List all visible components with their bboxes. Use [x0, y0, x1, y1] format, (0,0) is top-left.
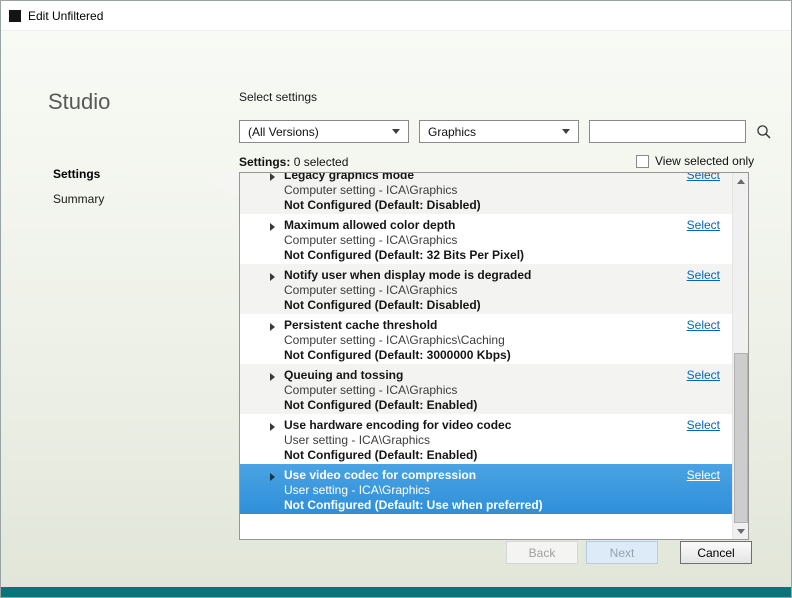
setting-scope: Computer setting - ICA\Graphics [284, 183, 642, 198]
scroll-down-button[interactable] [733, 523, 749, 539]
setting-row-notify-user-display-degraded[interactable]: Notify user when display mode is degrade… [240, 264, 732, 314]
expand-icon[interactable] [270, 473, 275, 481]
settings-count: Settings: 0 selected [239, 155, 348, 169]
select-link[interactable]: Select [687, 268, 720, 283]
setting-title: Maximum allowed color depth [284, 218, 642, 233]
edit-unfiltered-dialog: Edit Unfiltered Studio Settings Summary … [0, 0, 792, 598]
setting-scope: User setting - ICA\Graphics [284, 433, 642, 448]
select-link[interactable]: Select [687, 368, 720, 383]
select-link[interactable]: Select [687, 418, 720, 433]
version-dropdown[interactable]: (All Versions) [239, 120, 409, 143]
setting-title: Use hardware encoding for video codec [284, 418, 642, 433]
setting-default: Not Configured (Default: Disabled) [284, 198, 642, 213]
setting-row-maximum-allowed-color-depth[interactable]: Maximum allowed color depth Computer set… [240, 214, 732, 264]
nav-pointer [206, 167, 240, 197]
scroll-up-button[interactable] [733, 173, 749, 189]
setting-default: Not Configured (Default: Use when prefer… [284, 498, 642, 513]
setting-row-persistent-cache-threshold[interactable]: Persistent cache threshold Computer sett… [240, 314, 732, 364]
setting-row-use-hardware-encoding[interactable]: Use hardware encoding for video codec Us… [240, 414, 732, 464]
view-selected-checkbox[interactable] [636, 155, 649, 168]
chevron-down-icon [562, 129, 570, 134]
version-dropdown-value: (All Versions) [248, 125, 319, 139]
settings-rows: Legacy graphics mode Computer setting - … [240, 172, 732, 514]
expand-icon[interactable] [270, 223, 275, 231]
select-link[interactable]: Select [687, 172, 720, 183]
setting-default: Not Configured (Default: 32 Bits Per Pix… [284, 248, 642, 263]
next-button[interactable]: Next [586, 541, 658, 564]
setting-title: Legacy graphics mode [284, 172, 642, 183]
setting-scope: Computer setting - ICA\Graphics [284, 233, 642, 248]
setting-title: Queuing and tossing [284, 368, 642, 383]
setting-row-use-video-codec[interactable]: Use video codec for compression User set… [240, 464, 732, 514]
search-input[interactable] [590, 121, 755, 142]
settings-list: Legacy graphics mode Computer setting - … [239, 172, 749, 540]
sidebar-item-summary[interactable]: Summary [53, 192, 104, 206]
setting-scope: Computer setting - ICA\Graphics\Caching [284, 333, 642, 348]
back-button[interactable]: Back [506, 541, 578, 564]
setting-default: Not Configured (Default: Disabled) [284, 298, 642, 313]
setting-scope: Computer setting - ICA\Graphics [284, 283, 642, 298]
expand-icon[interactable] [270, 323, 275, 331]
view-selected-label: View selected only [655, 154, 754, 168]
setting-title: Use video codec for compression [284, 468, 642, 483]
accent-bar [1, 587, 791, 597]
setting-row-queuing-and-tossing[interactable]: Queuing and tossing Computer setting - I… [240, 364, 732, 414]
chevron-down-icon [392, 129, 400, 134]
select-link[interactable]: Select [687, 468, 720, 483]
cancel-button[interactable]: Cancel [680, 541, 752, 564]
scrollbar-thumb[interactable] [734, 353, 748, 523]
page-title: Select settings [239, 90, 317, 104]
triangle-up-icon [737, 179, 745, 184]
setting-default: Not Configured (Default: Enabled) [284, 398, 642, 413]
setting-scope: User setting - ICA\Graphics [284, 483, 642, 498]
triangle-down-icon [737, 529, 745, 534]
setting-scope: Computer setting - ICA\Graphics [284, 383, 642, 398]
window-title: Edit Unfiltered [28, 9, 103, 23]
search-box [589, 120, 746, 143]
window-titlebar: Edit Unfiltered [1, 1, 791, 31]
scrollbar[interactable] [732, 173, 748, 539]
settings-count-label: Settings: [239, 155, 290, 169]
category-dropdown[interactable]: Graphics [419, 120, 579, 143]
setting-row-legacy-graphics-mode[interactable]: Legacy graphics mode Computer setting - … [240, 172, 732, 214]
select-link[interactable]: Select [687, 318, 720, 333]
setting-title: Notify user when display mode is degrade… [284, 268, 642, 283]
setting-default: Not Configured (Default: 3000000 Kbps) [284, 348, 642, 363]
setting-default: Not Configured (Default: Enabled) [284, 448, 642, 463]
category-dropdown-value: Graphics [428, 125, 476, 139]
view-selected-only: View selected only [636, 154, 754, 168]
expand-icon[interactable] [270, 423, 275, 431]
expand-icon[interactable] [270, 273, 275, 281]
settings-count-value: 0 selected [294, 155, 349, 169]
expand-icon[interactable] [270, 173, 275, 181]
select-link[interactable]: Select [687, 218, 720, 233]
search-icon[interactable] [755, 123, 773, 141]
setting-title: Persistent cache threshold [284, 318, 642, 333]
expand-icon[interactable] [270, 373, 275, 381]
sidebar-item-settings[interactable]: Settings [53, 167, 100, 181]
studio-brand: Studio [48, 89, 110, 115]
app-icon [9, 10, 21, 22]
